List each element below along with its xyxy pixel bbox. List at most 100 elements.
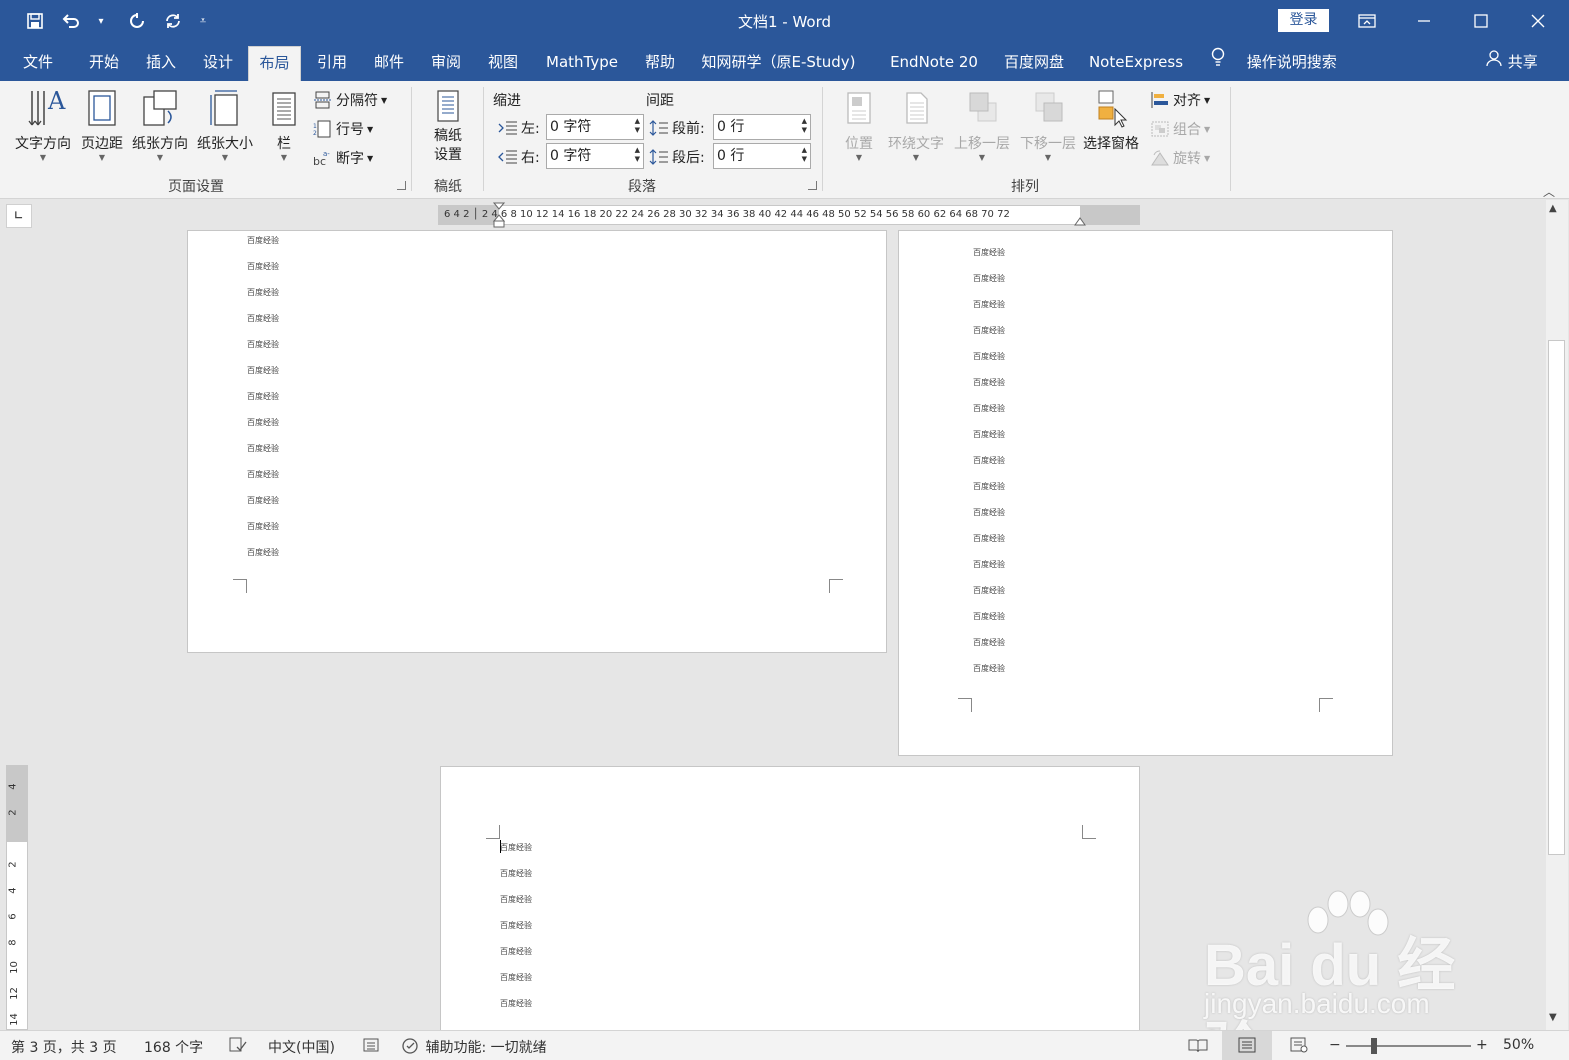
indent-left-input[interactable]: 0 字符 ▲ ▼ <box>546 114 644 140</box>
position-button[interactable]: 位置 ▼ <box>836 87 882 163</box>
document-line: 百度经验 <box>973 638 1005 647</box>
paragraph-group-label: 段落 <box>628 179 656 195</box>
tab-mathtype[interactable]: MathType <box>538 46 626 81</box>
accessibility-status[interactable]: 辅助功能: 一切就绪 <box>401 1037 547 1059</box>
minimize-icon[interactable] <box>1409 6 1439 36</box>
document-line: 百度经验 <box>247 496 279 505</box>
zoom-slider[interactable] <box>1346 1045 1471 1047</box>
zoom-out-button[interactable]: − <box>1329 1037 1341 1053</box>
web-layout-icon[interactable] <box>1289 1037 1309 1057</box>
wrap-text-icon <box>906 92 928 124</box>
language[interactable]: 中文(中国) <box>268 1037 335 1057</box>
rotate-button[interactable]: 旋转 ▼ <box>1150 148 1210 168</box>
tell-me-label: 操作说明搜索 <box>1246 53 1337 71</box>
wrap-text-button[interactable]: 环绕文字 ▼ <box>884 87 948 163</box>
spacing-before-icon <box>649 120 668 136</box>
line-numbers-button[interactable]: 12 行号 ▼ <box>313 119 373 139</box>
spinner-arrows-icon[interactable]: ▲ ▼ <box>635 146 640 164</box>
spinner-arrows-icon[interactable]: ▲ ▼ <box>802 146 807 164</box>
margins-button[interactable]: 页边距 ▼ <box>76 87 128 163</box>
tab-design[interactable]: 设计 <box>196 46 240 81</box>
paper-size-button[interactable]: 纸张大小 ▼ <box>193 87 257 163</box>
proofing-icon[interactable] <box>228 1037 248 1057</box>
tab-review[interactable]: 审阅 <box>424 46 468 81</box>
spacing-after-input[interactable]: 0 行 ▲ ▼ <box>713 143 811 169</box>
horizontal-ruler[interactable]: 6 4 2 │ 2 4 6 8 10 12 14 16 18 20 22 24 … <box>438 202 1140 228</box>
breaks-button[interactable]: 分隔符 ▼ <box>313 90 387 110</box>
tab-view[interactable]: 视图 <box>481 46 525 81</box>
document-page-1[interactable]: 百度经验 百度经验 百度经验 百度经验 百度经验 百度经验 百度经验 百度经验 百度经验 百度经验… <box>187 230 887 653</box>
tab-home[interactable]: 开始 <box>82 46 126 81</box>
chevron-down-icon: ▼ <box>1044 153 1052 162</box>
breaks-label: 分隔符 <box>336 93 378 109</box>
bring-forward-button[interactable]: 上移一层 ▼ <box>950 87 1014 163</box>
ribbon-display-options-icon[interactable] <box>1352 6 1382 36</box>
ribbon-layout: A 文字方向 ▼ 页边距 ▼ 纸张方向 ▼ 纸张大小 ▼ 栏 ▼ 分隔符 ▼ 1… <box>0 81 1569 199</box>
zoom-level[interactable]: 50% <box>1503 1037 1534 1053</box>
vertical-ruler[interactable]: 4 2 2 4 6 8 10 12 14 <box>6 765 28 1030</box>
maximize-icon[interactable] <box>1466 6 1496 36</box>
position-icon <box>847 92 871 124</box>
macro-recording-icon[interactable] <box>362 1037 380 1057</box>
share-button[interactable]: 共享 <box>1485 46 1538 79</box>
right-indent-marker-icon[interactable] <box>1074 213 1086 227</box>
group-objects-button[interactable]: 组合 ▼ <box>1150 119 1210 139</box>
zoom-slider-thumb[interactable] <box>1370 1038 1377 1054</box>
tab-mailings[interactable]: 邮件 <box>367 46 411 81</box>
tab-references[interactable]: 引用 <box>310 46 354 81</box>
text-direction-icon: A <box>28 87 66 126</box>
spacing-before-input[interactable]: 0 行 ▲ ▼ <box>713 114 811 140</box>
login-button[interactable]: 登录 <box>1278 9 1329 32</box>
spinner-arrows-icon[interactable]: ▲ ▼ <box>802 117 807 135</box>
chevron-down-icon: ▼ <box>367 124 374 134</box>
paper-size-label: 纸张大小 <box>197 136 253 152</box>
wrap-text-label: 环绕文字 <box>888 136 944 152</box>
word-count[interactable]: 168 个字 <box>144 1037 203 1057</box>
read-mode-icon[interactable] <box>1188 1037 1208 1057</box>
columns-button[interactable]: 栏 ▼ <box>265 87 303 163</box>
tell-me-search[interactable]: 操作说明搜索 <box>1210 46 1340 81</box>
close-icon[interactable] <box>1523 6 1553 36</box>
indent-right-input[interactable]: 0 字符 ▲ ▼ <box>546 143 644 169</box>
orientation-button[interactable]: 纸张方向 ▼ <box>128 87 192 163</box>
tab-baidu-netdisk[interactable]: 百度网盘 <box>998 46 1070 81</box>
zoom-in-button[interactable]: + <box>1476 1037 1488 1053</box>
print-layout-icon[interactable] <box>1222 1031 1272 1060</box>
vertical-scrollbar[interactable]: ▲ ▼ <box>1546 200 1568 1030</box>
tab-cnki-estudy[interactable]: 知网研学（原E-Study) <box>696 46 861 81</box>
hyphenation-button[interactable]: bc a- 断字 ▼ <box>313 148 373 168</box>
document-page-2[interactable]: 百度经验 百度经验 百度经验 百度经验 百度经验 百度经验 百度经验 百度经验 百度经验 百度经验… <box>898 230 1393 756</box>
tab-endnote[interactable]: EndNote 20 <box>884 46 984 81</box>
align-label: 对齐 <box>1173 93 1201 109</box>
tab-help[interactable]: 帮助 <box>638 46 682 81</box>
tab-layout[interactable]: 布局 <box>248 46 301 81</box>
paragraph-dialog-launcher-icon[interactable] <box>808 181 817 190</box>
document-page-3[interactable]: 百度经验 百度经验 百度经验 百度经验 百度经验 百度经验 百度经验 <box>440 766 1140 1036</box>
send-backward-icon <box>1035 92 1063 122</box>
document-line: 百度经验 <box>973 300 1005 309</box>
tab-insert[interactable]: 插入 <box>139 46 183 81</box>
collapse-ribbon-icon[interactable]: ︿ <box>1543 183 1555 200</box>
svg-text:1: 1 <box>313 123 317 130</box>
manuscript-settings-button[interactable]: 稿纸 设置 <box>424 87 472 165</box>
tab-selector[interactable]: ∟ <box>6 204 32 228</box>
vruler-number: 10 <box>8 961 20 974</box>
selection-pane-button[interactable]: 选择窗格 <box>1080 87 1142 153</box>
page-count[interactable]: 第 3 页，共 3 页 <box>11 1037 117 1057</box>
align-button[interactable]: 对齐 ▼ <box>1150 90 1210 110</box>
scrollbar-thumb[interactable] <box>1548 340 1565 855</box>
document-line: 百度经验 <box>247 470 279 479</box>
page-setup-dialog-launcher-icon[interactable] <box>397 181 406 190</box>
bring-forward-icon <box>969 92 997 122</box>
tab-noteexpress[interactable]: NoteExpress <box>1084 46 1188 81</box>
vruler-number: 6 <box>7 913 19 920</box>
tab-file[interactable]: 文件 <box>16 46 60 81</box>
hyphenation-label: 断字 <box>336 151 364 167</box>
first-line-indent-marker-icon[interactable] <box>493 202 505 228</box>
scroll-down-icon[interactable]: ▼ <box>1549 1012 1557 1023</box>
spinner-arrows-icon[interactable]: ▲ ▼ <box>635 117 640 135</box>
send-backward-button[interactable]: 下移一层 ▼ <box>1016 87 1080 163</box>
baidu-jingyan-watermark: Bai du 经验 jingyan.baidu.com <box>1200 890 1500 1060</box>
text-direction-button[interactable]: A 文字方向 ▼ <box>10 87 76 163</box>
scroll-up-icon[interactable]: ▲ <box>1549 203 1557 214</box>
